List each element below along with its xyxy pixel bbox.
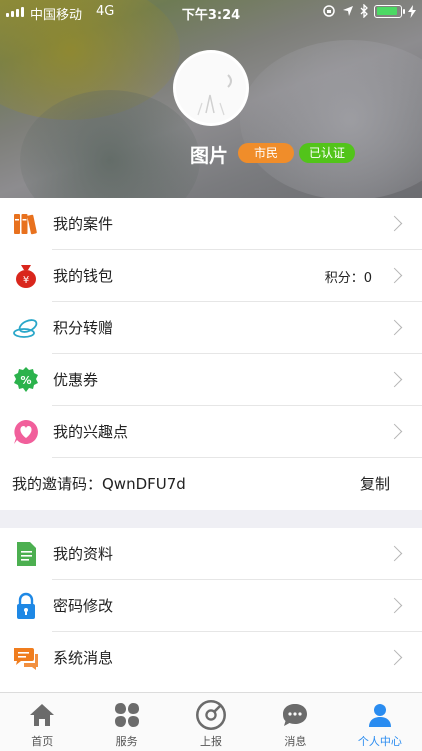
tab-report[interactable]: 上报: [169, 693, 253, 751]
chevron-right-icon: [386, 319, 403, 336]
menu-item-change-password[interactable]: 密码修改: [0, 580, 422, 632]
money-bag-icon: ¥: [16, 265, 36, 288]
chevron-right-icon: [386, 267, 403, 284]
menu-item-system-messages[interactable]: 系统消息: [0, 632, 422, 684]
case-books-icon: [14, 214, 37, 235]
chat-icon: [283, 704, 308, 726]
tab-label: 消息: [284, 735, 307, 748]
invite-code-text: 我的邀请码：QwnDFU7d: [12, 475, 186, 493]
chevron-right-icon: [386, 371, 403, 388]
menu-item-label: 积分转赠: [53, 319, 114, 337]
tab-bar: 首页 服务 上报 消息 个人中心: [0, 692, 422, 751]
chevron-right-icon: [386, 597, 403, 614]
menu-item-label: 密码修改: [53, 597, 114, 615]
status-bar: 中国移动 4G 下午3:24: [0, 0, 422, 24]
menu-item-label: 系统消息: [53, 649, 114, 667]
section-divider: [0, 510, 422, 528]
chevron-right-icon: [386, 215, 403, 232]
orientation-lock-icon: [323, 5, 335, 17]
menu-item-my-profile[interactable]: 我的资料: [0, 528, 422, 580]
tab-services[interactable]: 服务: [84, 693, 168, 751]
location-icon: [343, 6, 353, 16]
menu-item-label: 优惠券: [53, 371, 99, 389]
tab-home[interactable]: 首页: [0, 693, 84, 751]
heart-chat-icon: [14, 420, 38, 444]
chevron-right-icon: [386, 649, 403, 666]
tab-label: 个人中心: [357, 735, 402, 748]
verified-badge: 已认证: [299, 143, 355, 163]
menu-item-points-transfer[interactable]: 积分转赠: [0, 302, 422, 354]
menu-item-wallet[interactable]: ¥ 我的钱包 积分：0: [0, 250, 422, 302]
points-value: 积分：0: [324, 271, 372, 286]
citizen-badge: 市民: [238, 143, 294, 163]
battery-icon: [374, 4, 405, 18]
services-icon: [114, 703, 139, 727]
menu-item-my-cases[interactable]: 我的案件: [0, 198, 422, 250]
avatar[interactable]: [173, 50, 249, 126]
avatar-placeholder-icon: [197, 74, 232, 116]
tab-messages[interactable]: 消息: [253, 693, 337, 751]
profile-name: 图片: [190, 145, 229, 167]
menu-item-coupons[interactable]: % 优惠券: [0, 354, 422, 406]
coupon-percent-icon: %: [14, 367, 38, 392]
svg-text:%: %: [20, 374, 31, 387]
copy-button[interactable]: 复制: [360, 473, 390, 494]
charging-icon: [408, 4, 416, 18]
profile-icon: [368, 704, 391, 727]
menu-list: 我的案件 ¥ 我的钱包 积分：0 积分转赠 % 优惠券 我的兴趣点 我的邀请码：…: [0, 198, 422, 684]
bluetooth-icon: [360, 4, 368, 18]
report-icon: [196, 700, 226, 730]
lock-icon: [17, 592, 35, 619]
tab-label: 上报: [200, 735, 223, 748]
message-icon: [14, 648, 38, 670]
chevron-right-icon: [386, 423, 403, 440]
points-transfer-icon: [13, 319, 38, 338]
document-icon: [17, 542, 36, 566]
menu-item-label: 我的钱包: [53, 267, 114, 285]
menu-item-label: 我的兴趣点: [53, 423, 129, 441]
menu-item-label: 我的案件: [53, 215, 114, 233]
svg-text:¥: ¥: [23, 275, 29, 286]
profile-header: 中国移动 4G 下午3:24 图片 市民 已认证: [0, 0, 422, 198]
tab-profile[interactable]: 个人中心: [338, 693, 422, 751]
tab-label: 服务: [115, 735, 138, 748]
tab-label: 首页: [31, 735, 54, 748]
chevron-right-icon: [386, 545, 403, 562]
menu-item-interests[interactable]: 我的兴趣点: [0, 406, 422, 458]
invite-code-row: 我的邀请码：QwnDFU7d 复制: [0, 458, 422, 510]
menu-item-label: 我的资料: [53, 545, 114, 563]
home-icon: [30, 704, 55, 726]
